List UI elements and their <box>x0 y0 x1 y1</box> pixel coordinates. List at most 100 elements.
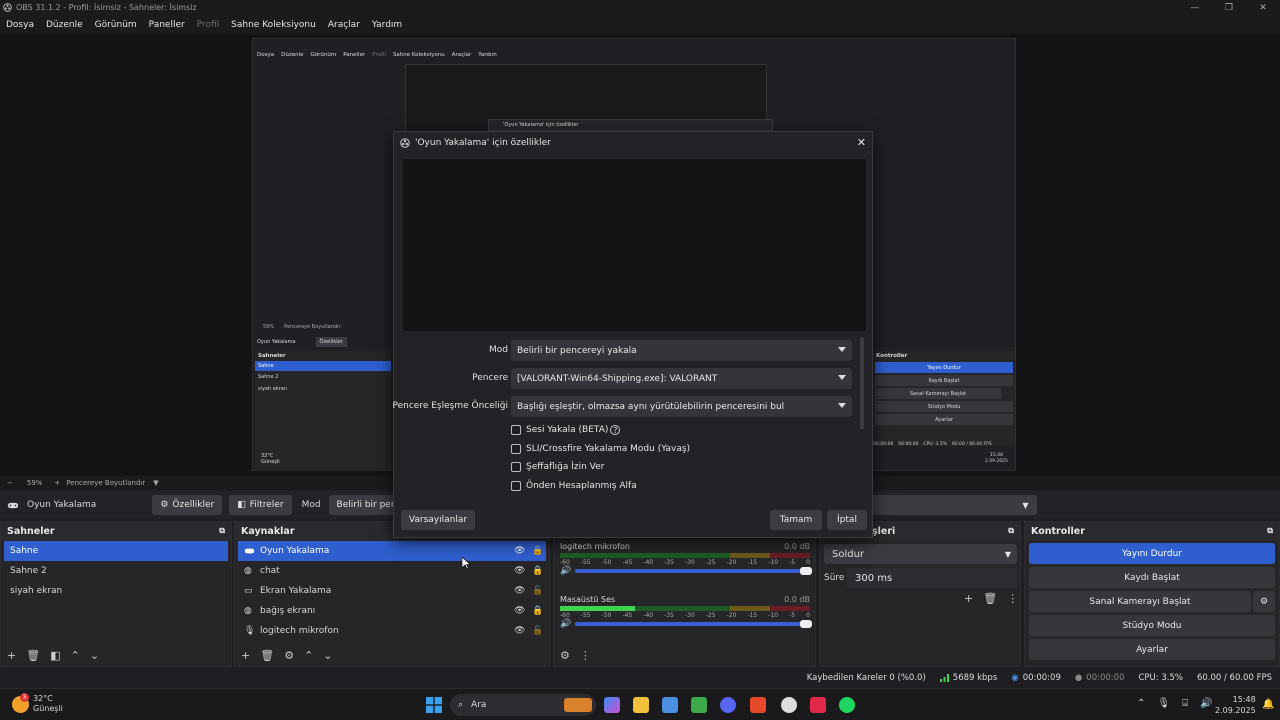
menu-dosya[interactable]: Dosya <box>0 20 40 30</box>
menu-yardim[interactable]: Yardım <box>366 20 408 30</box>
menu-gorunum[interactable]: Görünüm <box>89 20 143 30</box>
valorant-icon[interactable] <box>810 697 826 713</box>
transition-select[interactable]: Soldur ▼ <box>824 544 1017 564</box>
brave-icon[interactable] <box>750 697 766 713</box>
capture-audio-checkbox[interactable]: Sesi Yakala (BETA)? <box>511 425 621 435</box>
eye-icon[interactable]: 👁 <box>514 566 532 576</box>
zoom-mode[interactable]: Pencereye Boyutlandır <box>66 479 145 487</box>
obs-taskbar-icon[interactable] <box>781 697 797 713</box>
spotify-icon[interactable] <box>839 697 855 713</box>
checkbox-box[interactable] <box>511 481 521 491</box>
scene-item[interactable]: siyah ekran <box>4 581 228 601</box>
unlock-icon[interactable]: 🔓 <box>532 626 546 636</box>
window-dropdown[interactable]: [VALORANT-Win64-Shipping.exe]: VALORANT <box>511 368 852 389</box>
gear-icon[interactable]: ⚙ <box>284 649 294 662</box>
scene-item[interactable]: Sahne <box>4 541 228 561</box>
taskbar-clock[interactable]: 15:48 2.09.2025 <box>1215 694 1256 716</box>
trash-icon[interactable]: 🗑 <box>260 649 274 662</box>
ok-button[interactable]: Tamam <box>770 510 822 530</box>
file-explorer-icon[interactable] <box>633 697 649 713</box>
taskbar-search[interactable]: ⌕ Ara <box>450 694 596 716</box>
close-window-icon[interactable]: ✕ <box>1246 0 1280 15</box>
unlock-icon[interactable]: 🔓 <box>532 586 546 596</box>
minecraft-icon[interactable] <box>691 697 707 713</box>
eye-icon[interactable]: 👁 <box>514 546 532 556</box>
add-icon[interactable]: + <box>7 649 16 662</box>
zoom-in-icon[interactable]: + <box>54 479 60 487</box>
arrow-down-icon[interactable]: ⌄ <box>90 649 99 662</box>
source-item[interactable]: ◍ chat 👁 🔒 <box>238 561 546 581</box>
properties-button[interactable]: ⚙ Özellikler <box>152 495 223 515</box>
menu-icon[interactable]: ⋮ <box>580 649 591 662</box>
checkbox-box[interactable] <box>511 462 521 472</box>
trash-icon[interactable]: 🗑 <box>26 649 40 662</box>
arrow-up-icon[interactable]: ⌃ <box>304 649 313 662</box>
eye-icon[interactable]: 👁 <box>514 626 532 636</box>
sli-crossfire-checkbox[interactable]: SLI/Crossfire Yakalama Modu (Yavaş) <box>511 444 690 454</box>
menu-araclar[interactable]: Araçlar <box>322 20 366 30</box>
match-priority-dropdown[interactable]: Başlığı eşleştir, olmazsa aynı yürütüleb… <box>511 396 852 417</box>
filters-button[interactable]: ◧ Filtreler <box>229 495 292 515</box>
checkbox-box[interactable] <box>511 425 521 435</box>
arrow-up-icon[interactable]: ⌃ <box>71 649 80 662</box>
defaults-button[interactable]: Varsayılanlar <box>401 510 475 530</box>
start-recording-button[interactable]: Kaydı Başlat <box>1029 567 1275 588</box>
allow-transparency-checkbox[interactable]: Şeffaflığa İzin Ver <box>511 462 604 472</box>
lock-icon[interactable]: 🔒 <box>532 566 546 576</box>
source-item[interactable]: ◍ bağış ekranı 👁 🔒 <box>238 601 546 621</box>
lock-icon[interactable]: 🔒 <box>532 546 546 556</box>
windows-start-icon[interactable] <box>426 697 442 713</box>
gear-icon[interactable]: ⚙ <box>1253 591 1275 612</box>
premultiplied-alpha-checkbox[interactable]: Önden Hesaplanmış Alfa <box>511 481 637 491</box>
arrow-down-icon[interactable]: ⌄ <box>323 649 332 662</box>
scene-item[interactable]: Sahne 2 <box>4 561 228 581</box>
source-item[interactable]: 🎙 logitech mikrofon 👁 🔓 <box>238 621 546 641</box>
eye-icon[interactable]: 👁 <box>514 606 532 616</box>
chevron-up-icon[interactable]: ⌃ <box>1137 698 1145 709</box>
mode-dropdown[interactable]: Belirli bir pencereyi yakala <box>511 340 852 361</box>
add-icon[interactable]: + <box>241 649 250 662</box>
weather-widget[interactable]: 3 32°C Güneşli <box>12 692 63 714</box>
speaker-icon[interactable]: 🔊 <box>560 619 571 629</box>
menu-paneller[interactable]: Paneller <box>143 20 191 30</box>
start-virtual-camera-button[interactable]: Sanal Kamerayı Başlat <box>1029 591 1251 612</box>
link-icon[interactable]: ⚙ <box>560 649 570 662</box>
help-icon[interactable]: ? <box>610 425 621 435</box>
undock-icon[interactable]: ⧉ <box>1008 526 1014 536</box>
checkbox-box[interactable] <box>511 444 521 454</box>
menu-duzenle[interactable]: Düzenle <box>40 20 89 30</box>
weather-desc: Güneşli <box>33 704 63 713</box>
eye-icon[interactable]: 👁 <box>514 586 532 596</box>
discord-icon[interactable] <box>720 697 736 713</box>
menu-profil[interactable]: Profil <box>191 20 225 30</box>
undock-icon[interactable]: ⧉ <box>1267 526 1273 536</box>
minimize-icon[interactable]: — <box>1178 0 1212 15</box>
menu-icon[interactable]: ⋮ <box>1007 592 1018 605</box>
add-icon[interactable]: + <box>964 592 973 605</box>
notification-bell-icon[interactable]: 🔔 <box>1262 699 1274 710</box>
maximize-icon[interactable]: ❐ <box>1212 0 1246 15</box>
studio-mode-button[interactable]: Stüdyo Modu <box>1029 615 1275 636</box>
microphone-icon[interactable]: 🎙 <box>1157 698 1170 709</box>
volume-slider[interactable] <box>575 620 812 628</box>
store-icon[interactable] <box>662 697 678 713</box>
speaker-icon[interactable]: 🔊 <box>560 566 571 576</box>
copilot-icon[interactable] <box>604 697 620 713</box>
stop-streaming-button[interactable]: Yayını Durdur <box>1029 543 1275 564</box>
settings-button[interactable]: Ayarlar <box>1029 639 1275 660</box>
lock-icon[interactable]: 🔒 <box>532 606 546 616</box>
network-icon[interactable]: ⌸ <box>1182 698 1188 709</box>
trash-icon[interactable]: 🗑 <box>983 592 997 605</box>
source-item[interactable]: ▭ Ekran Yakalama 👁 🔓 <box>238 581 546 601</box>
cancel-button[interactable]: İptal <box>827 510 867 530</box>
close-icon[interactable]: ✕ <box>857 136 866 149</box>
menu-sahne-koleksiyonu[interactable]: Sahne Koleksiyonu <box>225 20 322 30</box>
duration-input[interactable]: 300 ms <box>847 568 1017 588</box>
zoom-mode-dropdown-icon[interactable]: ▼ <box>153 479 158 487</box>
undock-icon[interactable]: ⧉ <box>219 526 225 536</box>
zoom-out-icon[interactable]: − <box>7 479 13 487</box>
volume-slider[interactable] <box>575 567 812 575</box>
filter-icon[interactable]: ◧ <box>50 649 60 662</box>
source-item[interactable]: Oyun Yakalama 👁 🔒 <box>238 541 546 561</box>
volume-icon[interactable]: 🔊 <box>1200 698 1212 709</box>
